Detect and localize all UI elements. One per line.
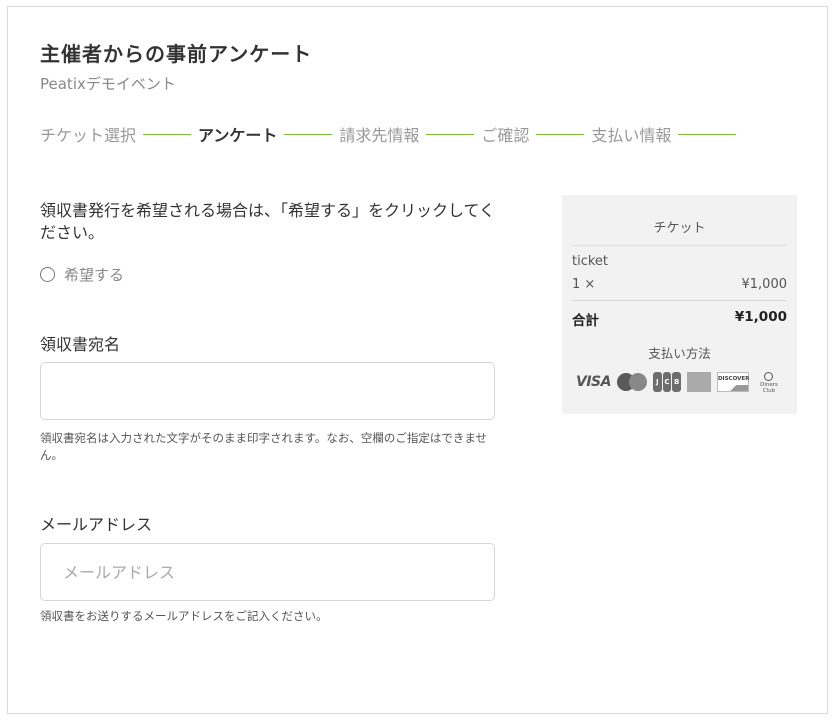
mastercard-icon — [616, 372, 647, 392]
receipt-option-label[interactable]: 希望する — [64, 264, 124, 285]
addressee-input[interactable] — [40, 362, 495, 420]
email-help: 領収書をお送りするメールアドレスをご記入ください。 — [40, 609, 328, 623]
ticket-price: ¥1,000 — [741, 277, 788, 292]
total-line: 合計 ¥1,000 — [572, 309, 787, 329]
summary-heading: チケット — [572, 195, 787, 246]
step-confirmation: ご確認 — [481, 126, 530, 145]
radio-circle-icon[interactable] — [40, 267, 55, 282]
amex-icon — [686, 372, 711, 392]
email-input[interactable] — [40, 543, 495, 601]
step-connector — [678, 133, 737, 135]
step-survey: アンケート — [198, 126, 278, 145]
survey-panel: 主催者からの事前アンケート Peatixデモイベント チケット選択 アンケート … — [7, 6, 828, 714]
addressee-label: 領収書宛名 — [40, 335, 121, 354]
total-value: ¥1,000 — [734, 309, 787, 325]
jcb-icon: JCB — [652, 372, 681, 392]
ticket-quantity: 1 × — [572, 277, 596, 292]
discover-icon: DISCOVER — [716, 372, 749, 392]
diners-club-icon: Diners Club — [755, 372, 783, 394]
page-title: 主催者からの事前アンケート — [40, 42, 313, 66]
progress-steps: チケット選択 アンケート 請求先情報 ご確認 支払い情報 — [40, 122, 737, 146]
step-payment-info: 支払い情報 — [591, 126, 672, 145]
event-name: Peatixデモイベント — [40, 75, 176, 93]
payment-methods-label: 支払い方法 — [648, 346, 711, 361]
order-summary: チケット ticket 1 × ¥1,000 合計 ¥1,000 支払い方法 V… — [562, 195, 797, 414]
ticket-line: 1 × ¥1,000 — [572, 277, 787, 301]
step-billing-info: 請求先情報 — [339, 126, 420, 145]
step-connector — [143, 133, 192, 135]
receipt-request-radio[interactable]: 希望する — [40, 264, 124, 285]
email-label: メールアドレス — [40, 515, 153, 534]
card-logos: VISA JCB DISCOVER Diners Club — [572, 372, 787, 394]
step-connector — [284, 133, 333, 135]
step-connector — [426, 133, 475, 135]
receipt-question: 領収書発行を希望される場合は、「希望する」をクリックしてください。 — [40, 201, 496, 242]
step-connector — [536, 133, 585, 135]
total-label: 合計 — [572, 313, 599, 329]
addressee-help: 領収書宛名は入力された文字がそのまま印字されます。なお、空欄のご指定はできません… — [40, 431, 488, 462]
ticket-name: ticket — [572, 254, 609, 269]
visa-icon: VISA — [576, 374, 611, 390]
step-ticket-selection: チケット選択 — [40, 126, 137, 145]
